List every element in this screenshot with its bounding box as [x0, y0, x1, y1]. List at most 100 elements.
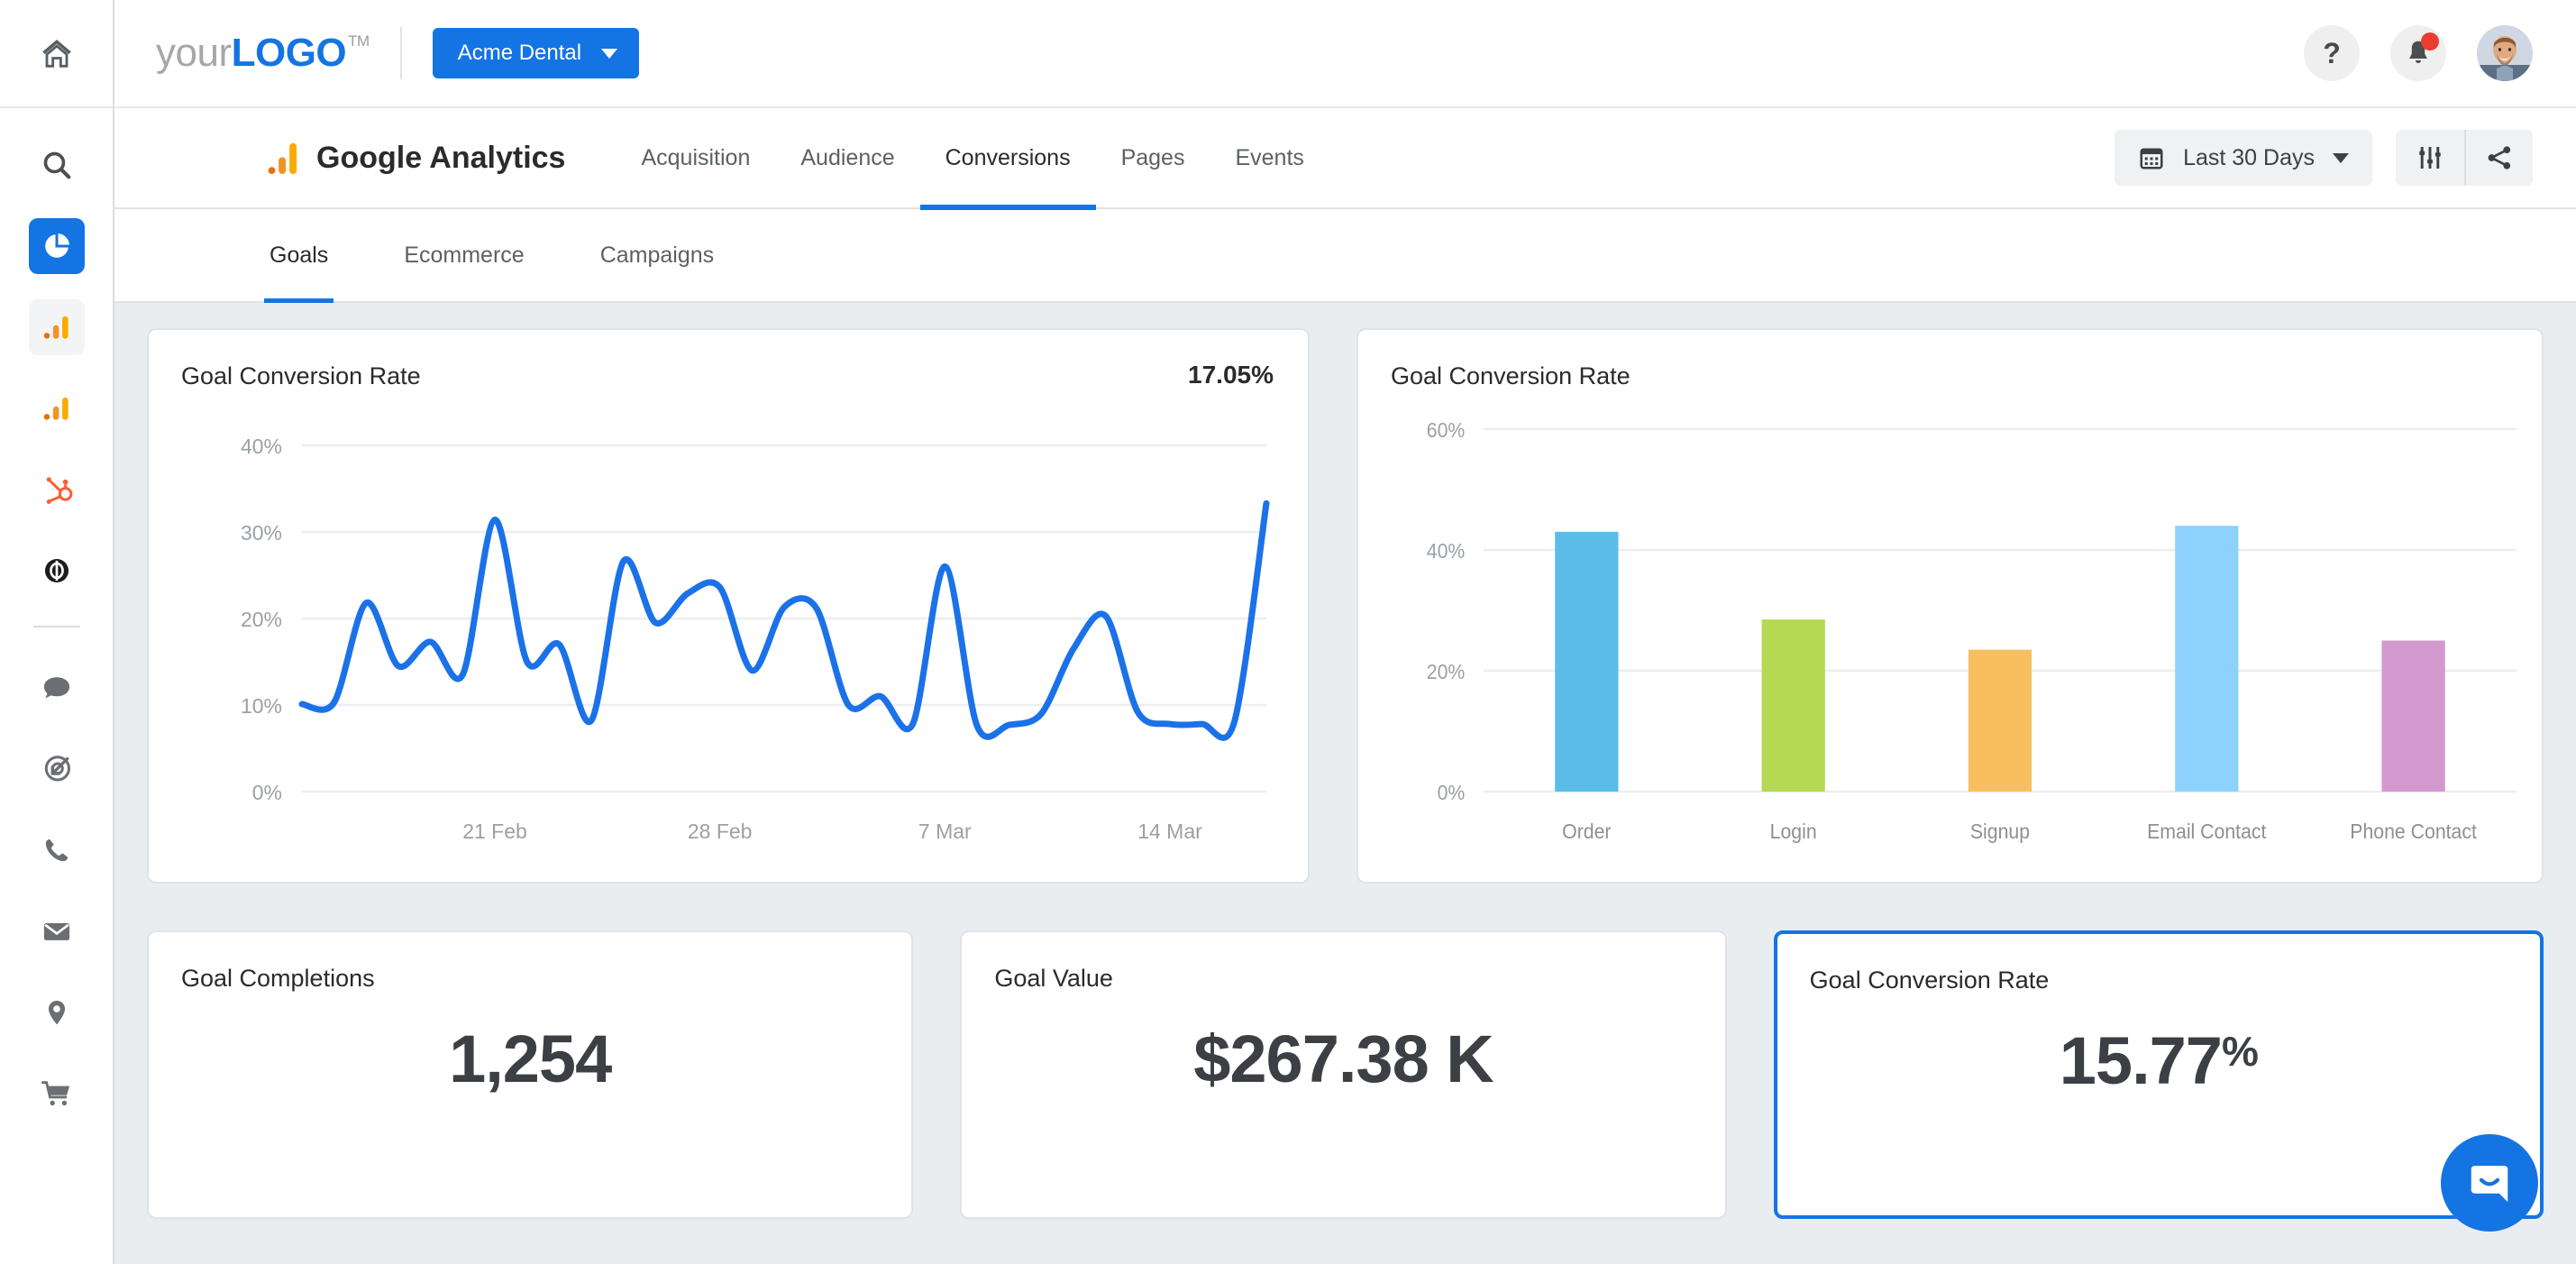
kpi-card-goal-completions[interactable]: Goal Completions 1,254 — [147, 930, 914, 1219]
kpi-card-goal-conversion-rate[interactable]: Goal Conversion Rate 15.77% — [1773, 930, 2544, 1219]
kpi-value: 1,254 — [449, 1021, 612, 1096]
kpi-value: $267.38 K — [1193, 1021, 1494, 1096]
x-tick-label: 7 Mar — [918, 820, 972, 843]
search-icon — [43, 151, 70, 179]
nav-tab-audience[interactable]: Audience — [775, 108, 919, 207]
google-analytics-icon — [268, 142, 297, 174]
x-tick-label: 14 Mar — [1137, 820, 1202, 843]
logo-bold: LOGO — [231, 31, 347, 75]
chat-smile-icon — [2471, 1166, 2508, 1203]
left-rail — [0, 0, 114, 1264]
avatar[interactable] — [2477, 25, 2533, 81]
sub-tabs: Goals Ecommerce Campaigns — [114, 209, 2576, 304]
bar-chart[interactable]: 0% 20% 40% 60% Order Login Signup Email Contact… — [1358, 330, 2542, 882]
y-tick-label: 20% — [241, 608, 282, 631]
y-tick-label: 20% — [1427, 660, 1466, 683]
pie-chart-icon — [44, 233, 69, 258]
y-tick-label: 30% — [241, 521, 282, 545]
main-column: yourLOGO TM Acme Dental ? Google Analyti… — [114, 0, 2576, 1264]
kpi-label: Goal Conversion Rate — [1809, 966, 2050, 994]
chevron-down-icon — [601, 48, 618, 59]
google-analytics-brand: Google Analytics — [268, 140, 565, 176]
chat-launcher-button[interactable] — [2441, 1134, 2538, 1232]
top-bar: yourLOGO TM Acme Dental ? — [114, 0, 2576, 108]
app-root: yourLOGO TM Acme Dental ? Google Analyti… — [0, 0, 2576, 1264]
phone-icon — [45, 838, 68, 862]
y-tick-label: 40% — [1427, 539, 1466, 563]
kpi-value: 15.77% — [1777, 1022, 2540, 1099]
calendar-icon — [2140, 148, 2163, 169]
dashboard-content: Goal Conversion Rate 17.05% 0% 10% 20% 30% 4… — [114, 303, 2576, 1264]
kpi-value-suffix: % — [2221, 1028, 2259, 1075]
line-chart[interactable]: 0% 10% 20% 30% 40% 21 Feb 28 Feb 7 Mar 14 Mar — [149, 330, 1308, 882]
date-range-button[interactable]: Last 30 Days — [2115, 130, 2372, 186]
compass-icon — [44, 558, 69, 583]
nav-tab-pages[interactable]: Pages — [1096, 108, 1210, 207]
sidebar-item-explore[interactable] — [29, 543, 85, 599]
nav-tab-events[interactable]: Events — [1210, 108, 1329, 207]
bar[interactable] — [2381, 640, 2445, 792]
kpi-label: Goal Value — [994, 965, 1113, 992]
tab-goals[interactable]: Goals — [263, 209, 334, 304]
kpi-card-goal-value[interactable]: Goal Value $267.38 K — [960, 930, 1727, 1219]
y-tick-label: 40% — [241, 435, 282, 458]
bar[interactable] — [1761, 619, 1825, 792]
tab-ecommerce[interactable]: Ecommerce — [400, 209, 527, 301]
share-button[interactable] — [2464, 130, 2533, 186]
sidebar-item-messages[interactable] — [29, 660, 85, 716]
question-mark-icon: ? — [2323, 37, 2341, 69]
kpi-label: Goal Completions — [181, 965, 375, 992]
sidebar-item-hubspot[interactable] — [29, 462, 85, 518]
bar[interactable] — [1555, 531, 1619, 792]
nav-tab-conversions[interactable]: Conversions — [919, 108, 1096, 210]
analytics-bars-icon-2 — [43, 397, 69, 420]
logo-prefix: your — [156, 31, 232, 75]
target-icon — [44, 756, 70, 782]
bar-category-label: Email Contact — [2147, 820, 2266, 843]
settings-sliders-button[interactable] — [2396, 130, 2464, 186]
sliders-icon — [2419, 147, 2441, 169]
analytics-bars-icon — [43, 316, 69, 339]
avatar-image — [2477, 25, 2533, 81]
sidebar-item-commerce[interactable] — [29, 1066, 85, 1122]
logo-divider — [399, 27, 402, 79]
notifications-button[interactable] — [2390, 25, 2446, 81]
sidebar-item-dashboards[interactable] — [28, 218, 85, 274]
y-tick-label: 10% — [241, 694, 282, 718]
bar[interactable] — [1968, 649, 2032, 792]
notification-badge — [2421, 32, 2439, 50]
logo-trademark: TM — [348, 32, 370, 50]
location-pin-icon — [48, 1000, 65, 1025]
date-range-label: Last 30 Days — [2183, 144, 2315, 170]
nav-tab-acquisition[interactable]: Acquisition — [616, 108, 775, 207]
chat-bubble-icon — [43, 677, 69, 699]
x-tick-label: 28 Feb — [688, 820, 753, 843]
rail-divider — [32, 626, 80, 627]
sidebar-item-search[interactable] — [29, 137, 85, 193]
y-tick-label: 60% — [1427, 418, 1466, 442]
account-selector-button[interactable]: Acme Dental — [432, 28, 640, 78]
goal-conversion-rate-line-card: Goal Conversion Rate 17.05% 0% 10% 20% 30% 4… — [147, 328, 1310, 884]
app-logo[interactable]: yourLOGO TM — [156, 31, 370, 76]
tab-campaigns[interactable]: Campaigns — [597, 209, 717, 301]
sidebar-item-campaigns[interactable] — [29, 741, 85, 797]
nav-tabs: Acquisition Audience Conversions Pages E… — [616, 108, 1329, 210]
line-series-path — [298, 499, 1270, 741]
bar[interactable] — [2175, 526, 2239, 792]
y-tick-label: 0% — [1438, 781, 1466, 804]
sidebar-item-reports[interactable] — [29, 380, 85, 436]
account-selector-label: Acme Dental — [457, 41, 582, 65]
chevron-down-icon — [2333, 152, 2349, 163]
sidebar-item-calls[interactable] — [29, 822, 85, 878]
help-button[interactable]: ? — [2304, 25, 2360, 81]
envelope-icon — [43, 923, 69, 940]
kpi-row: Goal Completions 1,254 Goal Value $267.3… — [147, 930, 2544, 1219]
y-tick-label: 0% — [252, 781, 282, 804]
sidebar-item-locations[interactable] — [29, 985, 85, 1040]
kpi-value-number: 15.77 — [2059, 1023, 2223, 1098]
x-tick-label: 21 Feb — [462, 820, 527, 843]
sidebar-item-email[interactable] — [29, 903, 85, 959]
product-title: Google Analytics — [316, 140, 566, 175]
sidebar-item-analytics[interactable] — [28, 299, 85, 355]
sidebar-item-home[interactable] — [0, 0, 113, 108]
